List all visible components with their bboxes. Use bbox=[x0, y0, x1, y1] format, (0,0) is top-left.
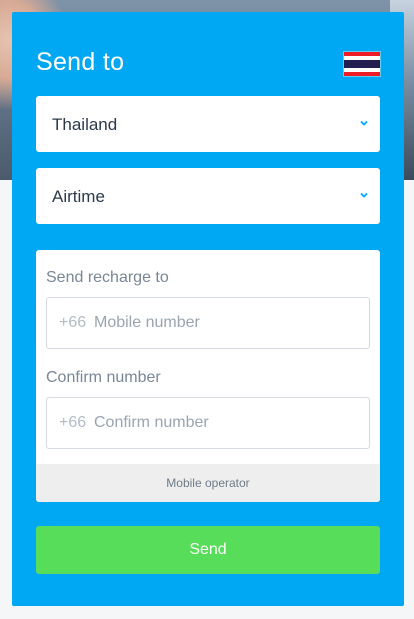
product-select[interactable]: Airtime bbox=[36, 168, 380, 224]
chevron-down-icon bbox=[360, 192, 368, 198]
confirm-number-placeholder: Confirm number bbox=[94, 414, 209, 431]
confirm-number-label: Confirm number bbox=[46, 369, 161, 386]
country-code-prefix: +66 bbox=[59, 314, 87, 331]
mobile-operator-field[interactable]: Mobile operator bbox=[36, 464, 380, 502]
chevron-down-icon bbox=[360, 120, 368, 126]
country-code-prefix: +66 bbox=[59, 414, 87, 431]
send-button[interactable]: Send bbox=[36, 526, 380, 574]
mobile-number-field[interactable]: +66 Mobile number bbox=[46, 297, 370, 349]
send-to-card: Send to Thailand Airtime Send recharge t… bbox=[12, 12, 404, 606]
confirm-number-field[interactable]: +66 Confirm number bbox=[46, 397, 370, 449]
send-recharge-label: Send recharge to bbox=[46, 269, 169, 286]
recharge-form-panel: Send recharge to +66 Mobile number Confi… bbox=[36, 250, 380, 502]
country-select[interactable]: Thailand bbox=[36, 96, 380, 152]
thailand-flag-icon bbox=[344, 52, 380, 76]
page-title: Send to bbox=[36, 48, 125, 76]
mobile-number-placeholder: Mobile number bbox=[94, 314, 200, 331]
product-select-value: Airtime bbox=[52, 187, 105, 206]
country-select-value: Thailand bbox=[52, 115, 118, 134]
